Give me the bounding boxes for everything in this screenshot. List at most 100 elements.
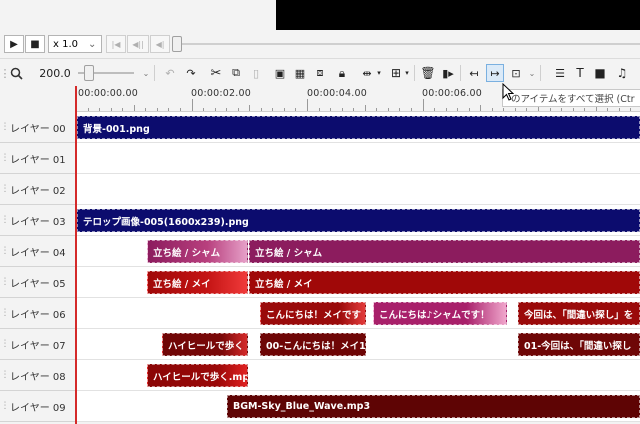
grid-dropdown-icon[interactable]: ▾ <box>404 64 410 82</box>
layer-header[interactable]: ⋮ レイヤー 00 <box>0 112 76 143</box>
layer-track[interactable] <box>76 174 640 205</box>
ruler-tick <box>110 108 112 111</box>
ruler-tick <box>145 108 147 111</box>
layer-header[interactable]: ⋮ レイヤー 09 <box>0 391 76 422</box>
clip-voice[interactable]: ハイヒールで歩く <box>162 333 248 356</box>
playhead[interactable] <box>75 86 77 424</box>
select-left-icon[interactable]: ↤ <box>466 64 482 82</box>
select-range-icon[interactable]: ⊡ <box>508 64 524 82</box>
drag-handle-icon[interactable]: ⋮ <box>0 277 10 287</box>
redo-icon[interactable]: ↷ <box>183 64 199 82</box>
seek-thumb[interactable] <box>172 36 182 52</box>
ruler-tick <box>607 108 609 111</box>
text-icon[interactable]: T <box>572 64 588 82</box>
prev-frames-button[interactable]: ◀|| <box>127 35 149 53</box>
overflow-chevron-icon[interactable]: ⌄ <box>528 64 536 82</box>
layer-header[interactable]: ⋮ レイヤー 02 <box>0 174 76 205</box>
clip-voice[interactable]: 00-こんにちは！メイ1 <box>260 333 366 356</box>
clip-stand-mei[interactable]: 立ち絵 / メイ <box>249 271 640 294</box>
undo-icon[interactable]: ↶ <box>162 64 178 82</box>
delete-gap-icon[interactable]: ▮▸ <box>440 64 456 82</box>
ruler-tick <box>457 108 459 111</box>
layer-name: レイヤー 08 <box>10 371 66 383</box>
layer-name: レイヤー 01 <box>10 154 66 166</box>
ruler-tick <box>214 108 216 111</box>
split-icon[interactable]: ⇹ <box>358 64 376 82</box>
ruler-tick <box>491 108 493 111</box>
subtitle-icon[interactable]: ☰ <box>552 64 568 82</box>
ruler-tick <box>249 105 251 111</box>
clip-text-shamu[interactable]: こんにちは♪シャムです！ <box>373 302 507 325</box>
ruler-tick <box>561 108 563 111</box>
play-icon: ▶ <box>10 38 18 50</box>
drag-handle-icon[interactable]: ⋮ <box>0 370 10 380</box>
drag-handle-icon[interactable]: ⋮ <box>0 122 10 132</box>
toolbar-divider <box>414 65 415 81</box>
clip-bgm[interactable]: BGM-Sky_Blue_Wave.mp3 <box>227 395 640 418</box>
drag-handle-icon[interactable]: ⋮ <box>0 215 10 225</box>
zoom-slider-thumb[interactable] <box>84 65 94 81</box>
ruler-tick <box>584 108 586 111</box>
group-image-icon[interactable]: ▦ <box>292 64 308 82</box>
layer-header[interactable]: ⋮ レイヤー 07 <box>0 329 76 360</box>
toolbar-divider <box>460 65 461 81</box>
cut-icon[interactable]: ✂ <box>208 64 224 82</box>
group-icon[interactable]: ▣ <box>272 64 288 82</box>
layer-header[interactable]: ⋮ レイヤー 08 <box>0 360 76 391</box>
split-dropdown-icon[interactable]: ▾ <box>376 64 382 82</box>
video-icon[interactable]: ■ <box>592 64 608 82</box>
toolbar-divider <box>154 65 155 81</box>
clip-sound-effect[interactable]: ハイヒールで歩く.mp <box>147 364 248 387</box>
drag-handle-icon[interactable]: ⋮ <box>0 401 10 411</box>
delete-icon[interactable]: 🗑︎ <box>420 64 436 82</box>
ruler-tick <box>272 108 274 111</box>
select-right-icon[interactable]: ↦ <box>486 64 504 82</box>
clip-stand-shamu[interactable]: 立ち絵 / シャム <box>249 240 640 263</box>
magnifier-icon <box>10 67 23 80</box>
layer-header[interactable]: ⋮ レイヤー 04 <box>0 236 76 267</box>
overflow-chevron-icon[interactable]: ⌄ <box>142 64 150 82</box>
clip-voice[interactable]: 01-今回は、「間違い探し <box>518 333 640 356</box>
layer-header[interactable]: ⋮ レイヤー 05 <box>0 267 76 298</box>
copy-icon[interactable]: ⧉ <box>228 64 244 82</box>
ruler-tick <box>618 108 620 111</box>
paste-icon[interactable]: ▯ <box>248 64 264 82</box>
ruler-label: 00:00:04.00 <box>307 88 367 99</box>
prev-frame-button[interactable]: ◀| <box>150 35 170 53</box>
ruler-label: 00:00:02.00 <box>191 88 251 99</box>
ruler-tick <box>445 108 447 111</box>
layer-name: レイヤー 06 <box>10 309 66 321</box>
lock-icon[interactable]: 🔒︎ <box>334 64 350 82</box>
ruler-tick <box>237 108 239 111</box>
step-back-icon: ◀| <box>155 39 165 49</box>
seek-track[interactable] <box>180 43 640 45</box>
clip-background-image[interactable]: 背景-001.png <box>77 116 640 139</box>
grid-icon[interactable]: ⊞ <box>388 64 404 82</box>
clip-stand-shamu[interactable]: 立ち絵 / シャム <box>147 240 248 263</box>
clip-text-mei[interactable]: 今回は、「間違い探し」を <box>518 302 640 325</box>
drag-handle-icon[interactable]: ⋮ <box>0 184 10 194</box>
music-icon[interactable]: ♫ <box>614 64 630 82</box>
layer-name: レイヤー 04 <box>10 247 66 259</box>
drag-handle-icon[interactable]: ⋮ <box>0 246 10 256</box>
layer-header[interactable]: ⋮ レイヤー 03 <box>0 205 76 236</box>
layer-header[interactable]: ⋮ レイヤー 01 <box>0 143 76 174</box>
speed-select[interactable]: x 1.0 ⌄ <box>48 35 102 53</box>
drag-handle-icon[interactable]: ⋮ <box>0 308 10 318</box>
zoom-value: 200.0 <box>39 66 71 80</box>
clip-text-mei[interactable]: こんにちは！メイです <box>260 302 366 325</box>
layer-name: レイヤー 05 <box>10 278 66 290</box>
clip-stand-mei[interactable]: 立ち絵 / メイ <box>147 271 248 294</box>
ungroup-icon[interactable]: ⧈ <box>312 64 328 82</box>
layer-name: レイヤー 07 <box>10 340 66 352</box>
play-button[interactable]: ▶ <box>4 35 24 53</box>
drag-handle-icon[interactable]: ⋮ <box>0 339 10 349</box>
clip-telop-image[interactable]: テロップ画像-005(1600x239).png <box>77 209 640 232</box>
stop-button[interactable]: ■ <box>25 35 45 53</box>
drag-handle-icon[interactable]: ⋮ <box>0 153 10 163</box>
layer-name: レイヤー 09 <box>10 402 66 414</box>
layer-track[interactable] <box>76 143 640 174</box>
go-start-button[interactable]: |◀ <box>106 35 126 53</box>
layer-header[interactable]: ⋮ レイヤー 06 <box>0 298 76 329</box>
ruler-tick <box>572 108 574 111</box>
